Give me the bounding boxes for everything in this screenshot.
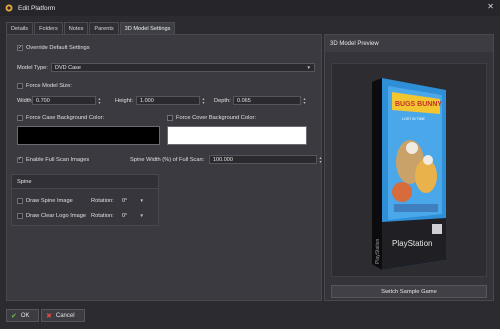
width-label: Width: [17,97,34,104]
chevron-down-icon: ▼ [306,65,311,70]
draw-clear-logo-checkbox[interactable] [17,212,23,219]
force-model-size-label: Force Model Size: [26,83,72,89]
ok-label: OK [20,312,30,319]
spine-width-value: 100.000 [213,156,233,163]
spine-rotation-select[interactable]: 0° ▼ [119,196,147,205]
height-value: 1.000 [140,97,154,104]
spine-rotation-value: 0° [122,197,128,204]
close-icon[interactable]: ✕ [487,2,494,11]
enable-full-scan-checkbox[interactable]: ✓ [17,156,23,163]
tab-strip: Details Folders Notes Parents 3D Model S… [6,22,176,34]
override-default-label: Override Default Settings [26,45,90,51]
ok-button[interactable]: ✔ OK [6,309,39,322]
model-type-label: Model Type: [17,64,48,71]
chevron-down-icon[interactable]: ▼ [303,101,306,105]
tab-3d-model-settings[interactable]: 3D Model Settings [119,22,176,34]
enable-full-scan-label: Enable Full Scan Images [26,156,90,163]
window-title: Edit Platform [18,4,56,12]
chevron-down-icon[interactable]: ▼ [202,101,205,105]
force-cover-bg-row[interactable]: Force Cover Background Color: [167,115,256,121]
app-icon [5,4,13,12]
model-type-value: DVD Case [55,64,81,71]
model-type-row: Model Type: DVD Case ▼ [17,63,315,72]
title-bar: Edit Platform ✕ [0,0,500,16]
spine-width-label: Spine Width (%) of Full Scan: [130,156,205,163]
preview-panel: 3D Model Preview PlayStation BUGS BUNNY … [324,34,494,301]
depth-stepper[interactable]: ▲ ▼ [302,96,307,105]
force-model-size-row[interactable]: Force Model Size: [17,83,72,89]
cover-title-text: BUGS BUNNY [395,101,442,108]
depth-field[interactable]: 0.065 [233,96,301,105]
cover-subtitle-text: LOST IN TIME [402,117,425,121]
cancel-label: Cancel [55,312,75,319]
force-cover-bg-checkbox[interactable] [167,115,173,121]
logo-rotation-select[interactable]: 0° ▼ [119,211,147,220]
draw-spine-image-checkbox[interactable] [17,197,23,204]
switch-sample-game-button[interactable]: Switch Sample Game [331,285,487,298]
chevron-down-icon: ▼ [139,198,144,203]
width-field[interactable]: 0.700 [32,96,96,105]
spine-group: Spine Draw Spine Image Rotation: 0° ▼ Dr… [11,174,159,226]
tab-details[interactable]: Details [6,22,34,34]
chevron-down-icon[interactable]: ▼ [319,160,322,164]
settings-panel: ✓ Override Default Settings Model Type: … [6,34,322,301]
preview-header: 3D Model Preview [325,35,493,52]
width-stepper[interactable]: ▲ ▼ [97,96,102,105]
model-type-select[interactable]: DVD Case ▼ [51,63,315,72]
height-label: Height: [115,97,134,104]
spine-header: Spine [12,175,158,189]
logo-rotation-label: Rotation: [91,212,114,219]
width-value: 0.700 [36,97,50,104]
draw-clear-logo-row: Draw Clear Logo Image Rotation: 0° ▼ [17,211,147,220]
cover-brand-text: PlayStation [392,239,432,248]
cover-bg-color-swatch[interactable] [167,126,307,145]
force-model-size-checkbox[interactable] [17,83,23,89]
depth-value: 0.065 [237,97,251,104]
tab-parents[interactable]: Parents [89,22,119,34]
height-field[interactable]: 1.000 [136,96,200,105]
model-preview-viewport[interactable]: PlayStation BUGS BUNNY LOST IN TIME Play… [331,63,487,277]
spine-brand-text: PlayStation [375,238,381,264]
chevron-down-icon[interactable]: ▼ [98,101,101,105]
chevron-down-icon: ▼ [139,213,144,218]
force-case-bg-checkbox[interactable] [17,115,23,121]
spine-width-field[interactable]: 100.000 [209,155,317,164]
draw-spine-image-label: Draw Spine Image [26,197,73,204]
case-bg-color-swatch[interactable] [17,126,160,145]
spine-rotation-label: Rotation: [91,197,114,204]
draw-clear-logo-label: Draw Clear Logo Image [26,212,87,219]
override-default-row[interactable]: ✓ Override Default Settings [17,45,90,51]
tab-notes[interactable]: Notes [63,22,89,34]
force-cover-bg-label: Force Cover Background Color: [176,115,256,121]
close-icon: ✖ [46,312,52,320]
dvd-case-render: PlayStation BUGS BUNNY LOST IN TIME Play… [372,78,446,270]
logo-rotation-value: 0° [122,212,128,219]
cancel-button[interactable]: ✖ Cancel [41,309,85,322]
full-scan-row: ✓ Enable Full Scan Images Spine Width (%… [17,155,323,164]
height-stepper[interactable]: ▲ ▼ [201,96,206,105]
check-icon: ✔ [11,312,17,320]
spine-width-stepper[interactable]: ▲ ▼ [318,155,323,164]
depth-label: Depth: [214,97,231,104]
dimensions-row: Width: 0.700 ▲ ▼ Height: 1.000 ▲ ▼ Depth: … [17,96,307,105]
override-default-checkbox[interactable]: ✓ [17,45,23,51]
force-case-bg-row[interactable]: Force Case Background Color: [17,115,104,121]
draw-spine-image-row: Draw Spine Image Rotation: 0° ▼ [17,196,147,205]
force-case-bg-label: Force Case Background Color: [26,115,105,121]
tab-folders[interactable]: Folders [34,22,63,34]
